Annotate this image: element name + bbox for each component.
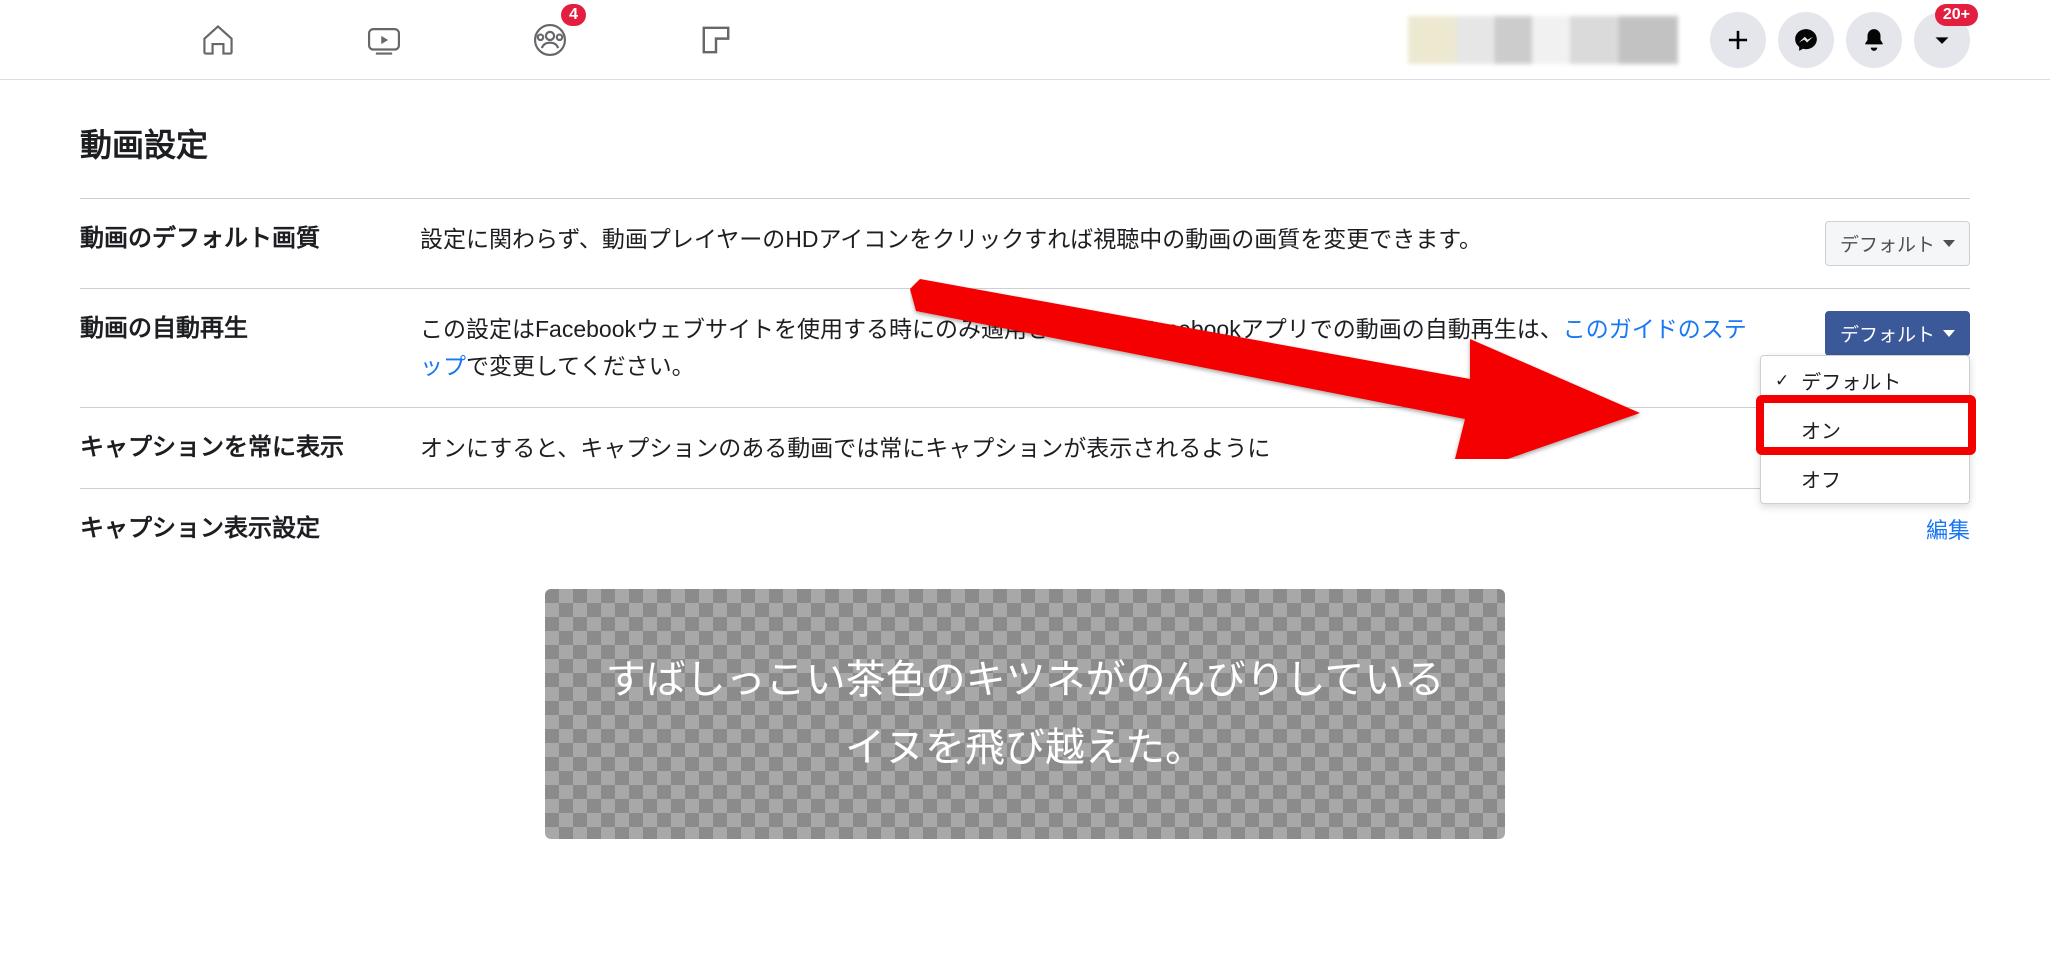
- caption-preview-text: すばしっこい茶色のキツネがのんびりしているイヌを飛び越えた。: [545, 646, 1505, 782]
- dropdown-option-on[interactable]: オン: [1761, 405, 1969, 454]
- nav-gaming[interactable]: [688, 12, 744, 68]
- caret-down-icon: [1943, 240, 1955, 247]
- autoplay-select-wrap: デフォルト デフォルト オン オフ: [1825, 311, 1970, 356]
- row-control: デフォルト デフォルト オン オフ: [1770, 311, 1970, 356]
- home-icon: [199, 21, 237, 59]
- top-nav: 4 20+: [0, 0, 2050, 80]
- quality-select[interactable]: デフォルト: [1825, 221, 1970, 266]
- row-autoplay: 動画の自動再生 この設定はFacebookウェブサイトを使用する時にのみ適用され…: [80, 289, 1970, 408]
- desc-text: で変更してください。: [466, 353, 695, 379]
- edit-link[interactable]: 編集: [1926, 513, 1970, 545]
- page-title: 動画設定: [80, 120, 1970, 166]
- row-desc: オンにすると、キャプションのある動画では常にキャプションが表示されるように: [420, 430, 1750, 467]
- row-label: 動画の自動再生: [80, 311, 400, 347]
- bell-icon: [1861, 27, 1887, 53]
- notifications-button[interactable]: [1846, 12, 1902, 68]
- nav-right: 20+: [1408, 12, 1970, 68]
- row-captions-always: キャプションを常に表示 オンにすると、キャプションのある動画では常にキャプション…: [80, 408, 1970, 490]
- messenger-icon: [1793, 27, 1819, 53]
- caret-down-icon: [1929, 27, 1955, 53]
- watch-icon: [365, 21, 403, 59]
- select-value: デフォルト: [1840, 320, 1935, 347]
- autoplay-dropdown: デフォルト オン オフ: [1760, 355, 1970, 504]
- dropdown-option-off[interactable]: オフ: [1761, 454, 1969, 503]
- row-caption-display: キャプション表示設定 編集: [80, 489, 1970, 569]
- nav-groups[interactable]: 4: [522, 12, 578, 68]
- nav-tabs: 4: [190, 12, 744, 68]
- row-desc: この設定はFacebookウェブサイトを使用する時にのみ適用されます。Faceb…: [420, 311, 1750, 385]
- account-button[interactable]: 20+: [1914, 12, 1970, 68]
- account-badge: 20+: [1935, 4, 1978, 26]
- row-control: デフォルト: [1770, 221, 1970, 266]
- autoplay-select[interactable]: デフォルト: [1825, 311, 1970, 356]
- row-label: キャプション表示設定: [80, 511, 1906, 547]
- row-video-quality: 動画のデフォルト画質 設定に関わらず、動画プレイヤーのHDアイコンをクリックすれ…: [80, 199, 1970, 289]
- content: 動画設定 動画のデフォルト画質 設定に関わらず、動画プレイヤーのHDアイコンをク…: [0, 80, 2050, 839]
- dropdown-option-default[interactable]: デフォルト: [1761, 356, 1969, 405]
- caption-preview: すばしっこい茶色のキツネがのんびりしているイヌを飛び越えた。: [545, 589, 1505, 839]
- row-label: 動画のデフォルト画質: [80, 221, 400, 257]
- settings-list: 動画のデフォルト画質 設定に関わらず、動画プレイヤーのHDアイコンをクリックすれ…: [80, 198, 1970, 839]
- row-label: キャプションを常に表示: [80, 430, 400, 466]
- groups-badge: 4: [561, 4, 586, 26]
- caret-down-icon: [1943, 330, 1955, 337]
- gaming-icon: [697, 21, 735, 59]
- plus-icon: [1725, 27, 1751, 53]
- create-button[interactable]: [1710, 12, 1766, 68]
- row-desc: 設定に関わらず、動画プレイヤーのHDアイコンをクリックすれば視聴中の動画の画質を…: [420, 221, 1750, 258]
- messenger-button[interactable]: [1778, 12, 1834, 68]
- groups-icon: [531, 21, 569, 59]
- nav-watch[interactable]: [356, 12, 412, 68]
- profile-redacted[interactable]: [1408, 16, 1678, 64]
- desc-text: この設定はFacebookウェブサイトを使用する時にのみ適用されます。Faceb…: [420, 316, 1563, 342]
- select-value: デフォルト: [1840, 230, 1935, 257]
- nav-home[interactable]: [190, 12, 246, 68]
